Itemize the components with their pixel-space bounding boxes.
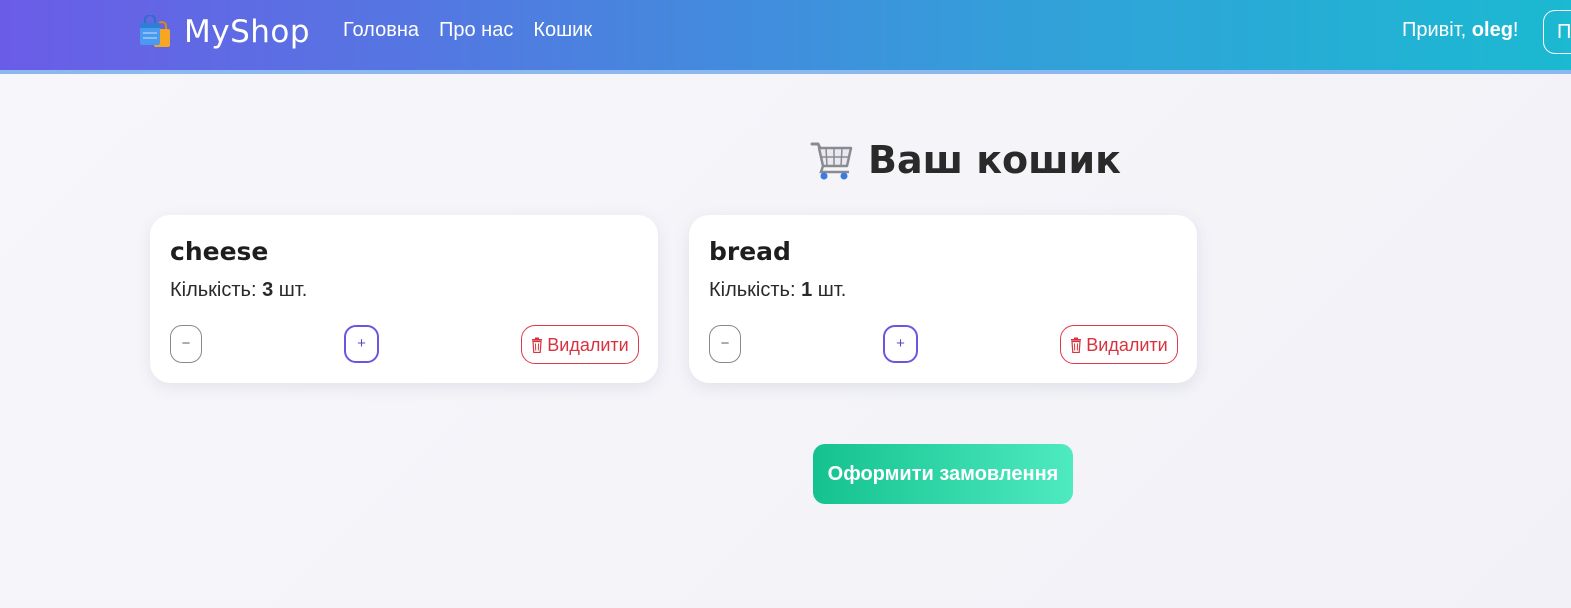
delete-item-button[interactable]: Видалити (1060, 325, 1178, 364)
brand-logo[interactable]: MyShop (138, 12, 310, 52)
nav-link-about[interactable]: Про нас (439, 19, 513, 42)
item-name: bread (709, 237, 791, 266)
quantity-value: 1 (801, 279, 813, 301)
item-quantity: Кількість: 1 шт. (709, 279, 846, 302)
quantity-label: Кількість: (170, 279, 263, 301)
item-quantity: Кількість: 3 шт. (170, 279, 307, 302)
cart-item-card: bread Кількість: 1 шт. − + Видалити (689, 215, 1197, 383)
shopping-cart-icon (810, 142, 853, 180)
nav-link-cart[interactable]: Кошик (533, 19, 592, 42)
cart-item-card: cheese Кількість: 3 шт. − + Видалити (150, 215, 658, 383)
user-greeting: Привіт, oleg! (1402, 19, 1518, 42)
shopping-bags-icon (140, 15, 170, 47)
username: oleg (1471, 19, 1513, 41)
quantity-unit: шт. (812, 279, 847, 301)
delete-label: Видалити (1086, 334, 1168, 355)
decrease-quantity-button[interactable]: − (170, 325, 202, 363)
brand-name: MyShop (184, 14, 311, 50)
navbar: MyShop Головна Про нас Кошик Привіт, ole… (0, 0, 1571, 74)
quantity-unit: шт. (273, 279, 308, 301)
greeting-suffix: ! (1512, 19, 1519, 41)
item-name: cheese (170, 237, 269, 266)
decrease-quantity-button[interactable]: − (709, 325, 741, 363)
delete-label: Видалити (547, 334, 629, 355)
delete-item-button[interactable]: Видалити (521, 325, 639, 364)
increase-quantity-button[interactable]: + (344, 325, 379, 363)
quantity-value: 3 (262, 279, 274, 301)
profile-button[interactable]: П (1543, 10, 1571, 54)
checkout-button[interactable]: Оформити замовлення (813, 444, 1073, 504)
nav-links: Головна Про нас Кошик (343, 19, 592, 42)
nav-link-home[interactable]: Головна (343, 19, 419, 42)
greeting-prefix: Привіт, (1402, 19, 1472, 41)
quantity-label: Кількість: (709, 279, 802, 301)
increase-quantity-button[interactable]: + (883, 325, 918, 363)
page-title: Ваш кошик (810, 138, 1121, 182)
trash-icon (532, 337, 543, 353)
trash-icon (1071, 337, 1082, 353)
cart-title: Ваш кошик (868, 138, 1121, 182)
